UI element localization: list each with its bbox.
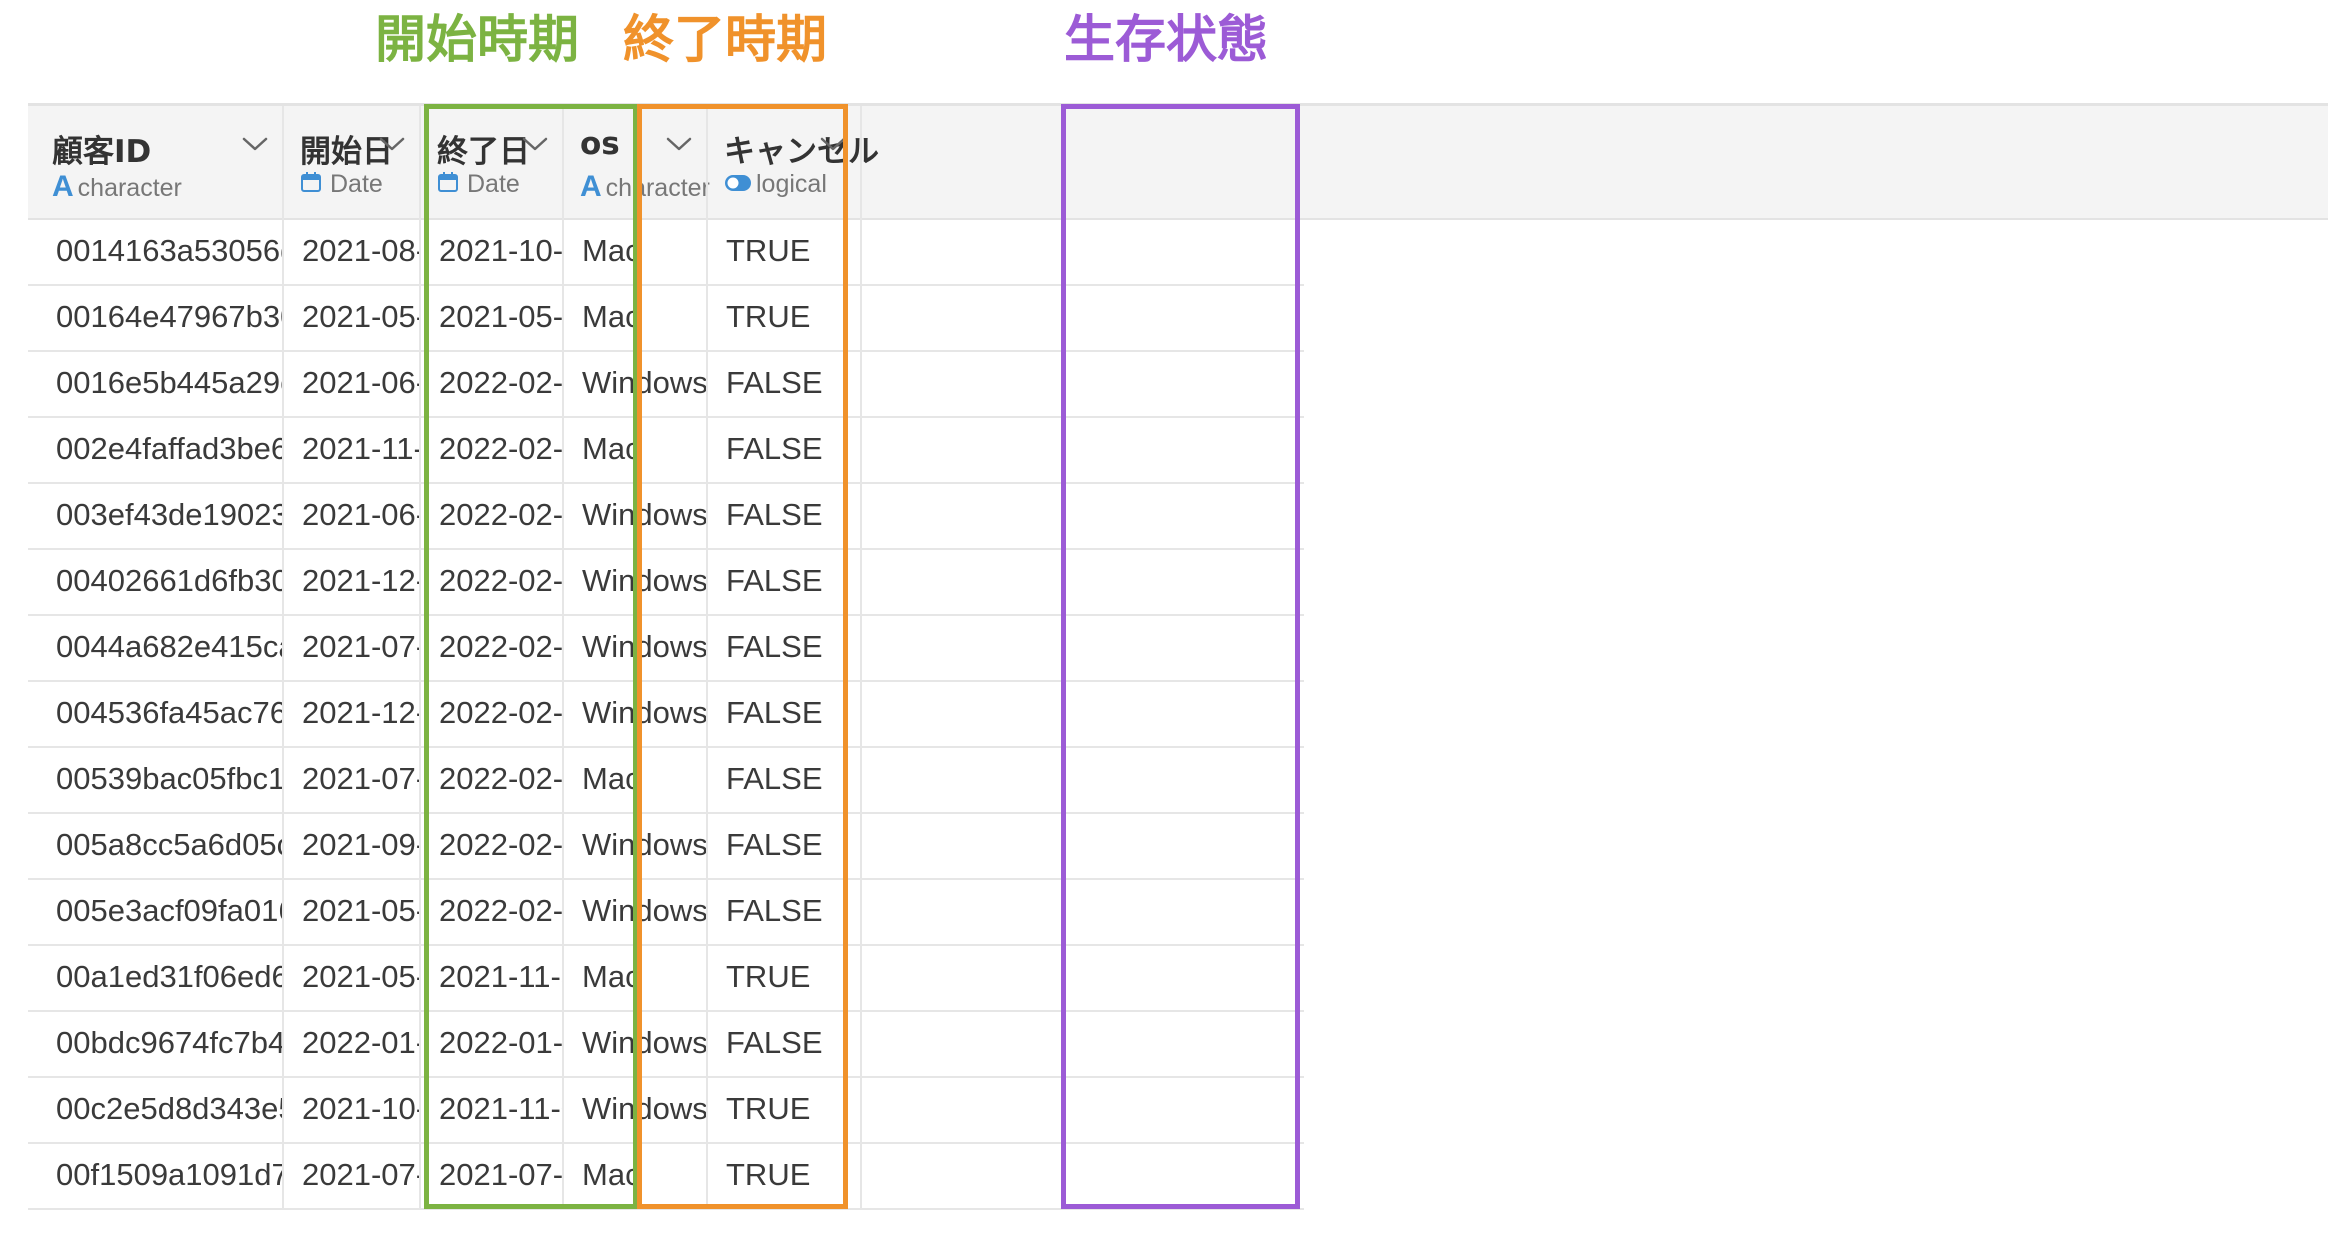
chevron-down-icon[interactable] <box>379 136 405 157</box>
table-cell[interactable]: 00539bac05fbc17ca1f7 <box>56 746 282 812</box>
table-cell[interactable]: 2021-08-11 <box>302 218 419 284</box>
chevron-down-icon[interactable] <box>242 136 268 157</box>
table-cell[interactable]: 2021-06-07 <box>302 350 419 416</box>
survival-state-annotation: 生存状態 <box>1064 11 1269 70</box>
table-cell[interactable]: 00bdc9674fc7b48c9c73 <box>56 1010 282 1076</box>
table-cell[interactable]: 2021-12-23 <box>302 680 419 746</box>
table-cell[interactable]: 2021-12-09 <box>302 548 419 614</box>
column-type: Date <box>300 170 383 200</box>
start-date-highlight-box <box>424 104 638 1209</box>
table-cell[interactable]: 2022-01-27 <box>302 1010 419 1076</box>
cancel-highlight-box <box>1061 104 1300 1209</box>
table-cell[interactable]: 00164e47967b306239e8 <box>56 284 282 350</box>
table-cell[interactable]: 2021-07-23 <box>302 614 419 680</box>
table-cell[interactable]: 00a1ed31f06ed601a640 <box>56 944 282 1010</box>
table-cell[interactable]: 005a8cc5a6d05c6230df <box>56 812 282 878</box>
table-cell[interactable]: 2021-09-16 <box>302 812 419 878</box>
column-header-1[interactable]: 開始日 Date <box>282 106 419 218</box>
table-cell[interactable]: 00f1509a1091d75f6582 <box>56 1142 282 1208</box>
column-header-0[interactable]: 顧客ID Acharacter <box>28 106 282 218</box>
table-cell[interactable]: 005e3acf09fa01644f4a <box>56 878 282 944</box>
character-type-icon: A <box>52 170 74 203</box>
table-cell[interactable]: 0014163a53056db3f10e <box>56 218 282 284</box>
table-cell[interactable]: 00c2e5d8d343e5ded2e6 <box>56 1076 282 1142</box>
column-type: Acharacter <box>52 170 182 204</box>
column-type-label: character <box>77 174 182 202</box>
table-cell[interactable]: 2021-05-19 <box>302 284 419 350</box>
table-cell[interactable]: 2021-05-23 <box>302 944 419 1010</box>
table-cell[interactable]: 2021-07-25 <box>302 746 419 812</box>
table-cell[interactable]: 003ef43de19023179562 <box>56 482 282 548</box>
column-divider <box>419 106 421 1210</box>
start-period-annotation: 開始時期 <box>375 11 580 70</box>
table-cell[interactable]: 002e4faffad3be6b0f95 <box>56 416 282 482</box>
table-cell[interactable]: 2021-07-07 <box>302 1142 419 1208</box>
calendar-icon <box>300 171 322 200</box>
end-date-highlight-box <box>637 104 848 1209</box>
table-cell[interactable]: 00402661d6fb30a9755b <box>56 548 282 614</box>
table-cell[interactable]: 0044a682e415caab74b3 <box>56 614 282 680</box>
table-cell[interactable]: 004536fa45ac76c2642e <box>56 680 282 746</box>
table-cell[interactable]: 2021-06-06 <box>302 482 419 548</box>
column-type-label: Date <box>330 170 383 198</box>
column-divider <box>282 106 284 1210</box>
table-cell[interactable]: 2021-10-29 <box>302 1076 419 1142</box>
column-divider <box>860 106 862 1210</box>
table-cell[interactable]: 0016e5b445a29e9cbfcc <box>56 350 282 416</box>
end-period-annotation: 終了時期 <box>623 11 828 70</box>
table-cell[interactable]: 2021-11-14 <box>302 416 419 482</box>
table-cell[interactable]: 2021-05-27 <box>302 878 419 944</box>
column-title: 顧客ID <box>52 134 152 170</box>
